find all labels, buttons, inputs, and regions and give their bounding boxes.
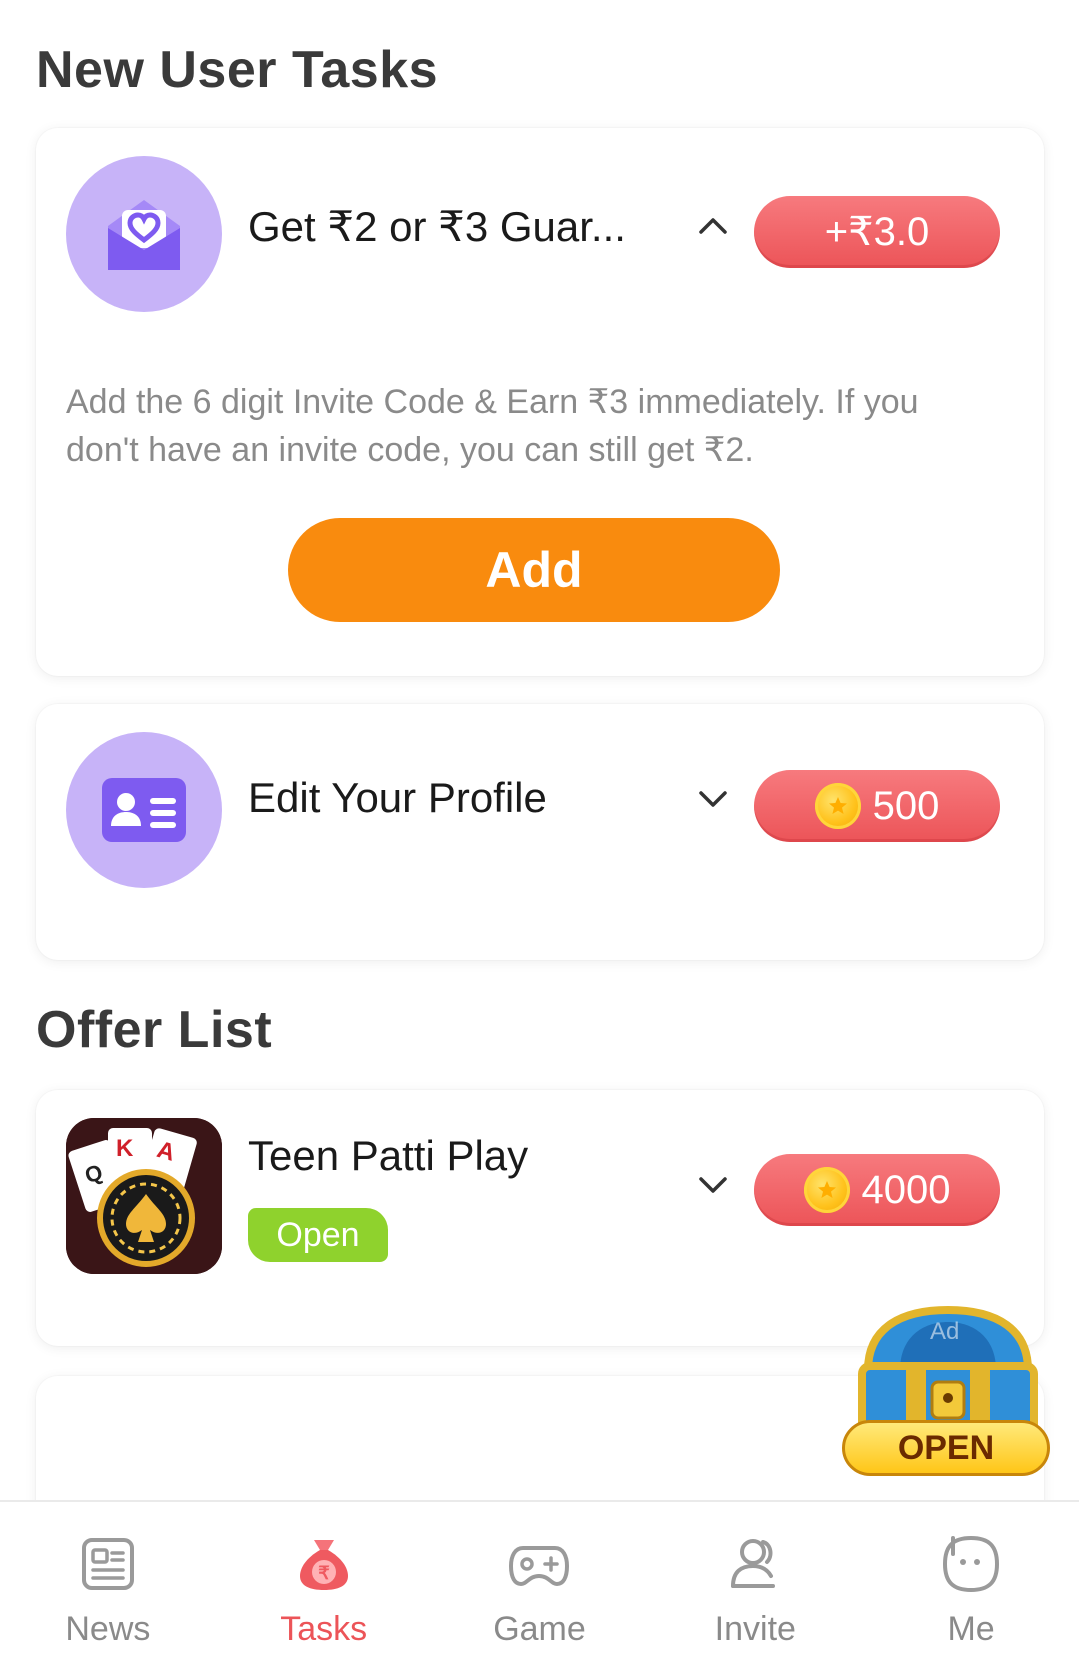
- reward-amount: 500: [872, 783, 940, 828]
- tab-game[interactable]: Game: [432, 1502, 648, 1677]
- tab-label: News: [65, 1610, 151, 1648]
- task-title: Edit Your Profile: [248, 774, 547, 821]
- tab-label: Game: [493, 1610, 586, 1648]
- task-card-edit-profile[interactable]: Edit Your Profile 500: [36, 704, 1044, 960]
- envelope-heart-icon: [66, 156, 222, 312]
- news-icon: [81, 1538, 134, 1590]
- face-icon: [943, 1535, 1000, 1593]
- tab-invite[interactable]: Invite: [647, 1502, 863, 1677]
- gamepad-icon: [509, 1546, 570, 1586]
- chevron-up-icon[interactable]: [696, 208, 730, 242]
- add-invite-code-button[interactable]: Add: [288, 518, 780, 622]
- new-user-tasks-title: New User Tasks: [36, 41, 439, 99]
- tab-label: Me: [947, 1610, 995, 1648]
- id-card-icon: [66, 732, 222, 888]
- offer-title: Teen Patti Play: [248, 1132, 529, 1179]
- money-bag-icon: ₹: [299, 1540, 348, 1590]
- tab-news[interactable]: News: [0, 1502, 216, 1677]
- task-card-invite-code: Get ₹2 or ₹3 Guar... +₹3.0 Add the 6 dig…: [36, 128, 1044, 676]
- reward-amount: 4000: [861, 1167, 951, 1212]
- coin-icon: [814, 783, 861, 829]
- tab-tasks[interactable]: ₹ Tasks: [216, 1502, 432, 1677]
- task-title: Get ₹2 or ₹3 Guar...: [248, 203, 626, 250]
- offer-list-title: Offer List: [36, 1001, 273, 1059]
- chest-open-button[interactable]: OPEN: [842, 1420, 1050, 1476]
- tab-label: Tasks: [280, 1610, 368, 1648]
- bottom-tab-bar: News ₹ Tasks Game Invite Me: [0, 1500, 1079, 1677]
- reward-pill: 500: [754, 770, 1000, 842]
- svg-text:₹: ₹: [318, 1563, 330, 1583]
- tasks-page: New User Tasks Get ₹2 or ₹3 Guar... +₹3.…: [0, 0, 1079, 1500]
- invite-people-icon: [731, 1539, 776, 1588]
- reward-pill: 4000: [754, 1154, 1000, 1226]
- task-description: Add the 6 digit Invite Code & Earn ₹3 im…: [66, 383, 919, 469]
- chevron-down-icon[interactable]: [696, 1168, 730, 1202]
- ad-badge: Ad: [930, 1318, 960, 1345]
- reward-pill: +₹3.0: [754, 196, 1000, 268]
- open-status-tag: Open: [248, 1208, 388, 1262]
- tab-label: Invite: [714, 1610, 796, 1648]
- svg-text:K: K: [116, 1135, 134, 1162]
- coin-icon: [803, 1167, 850, 1213]
- teen-patti-app-icon: Q K A: [66, 1118, 222, 1274]
- tab-me[interactable]: Me: [863, 1502, 1079, 1677]
- chevron-down-icon[interactable]: [696, 782, 730, 816]
- reward-amount: +₹3.0: [824, 210, 930, 254]
